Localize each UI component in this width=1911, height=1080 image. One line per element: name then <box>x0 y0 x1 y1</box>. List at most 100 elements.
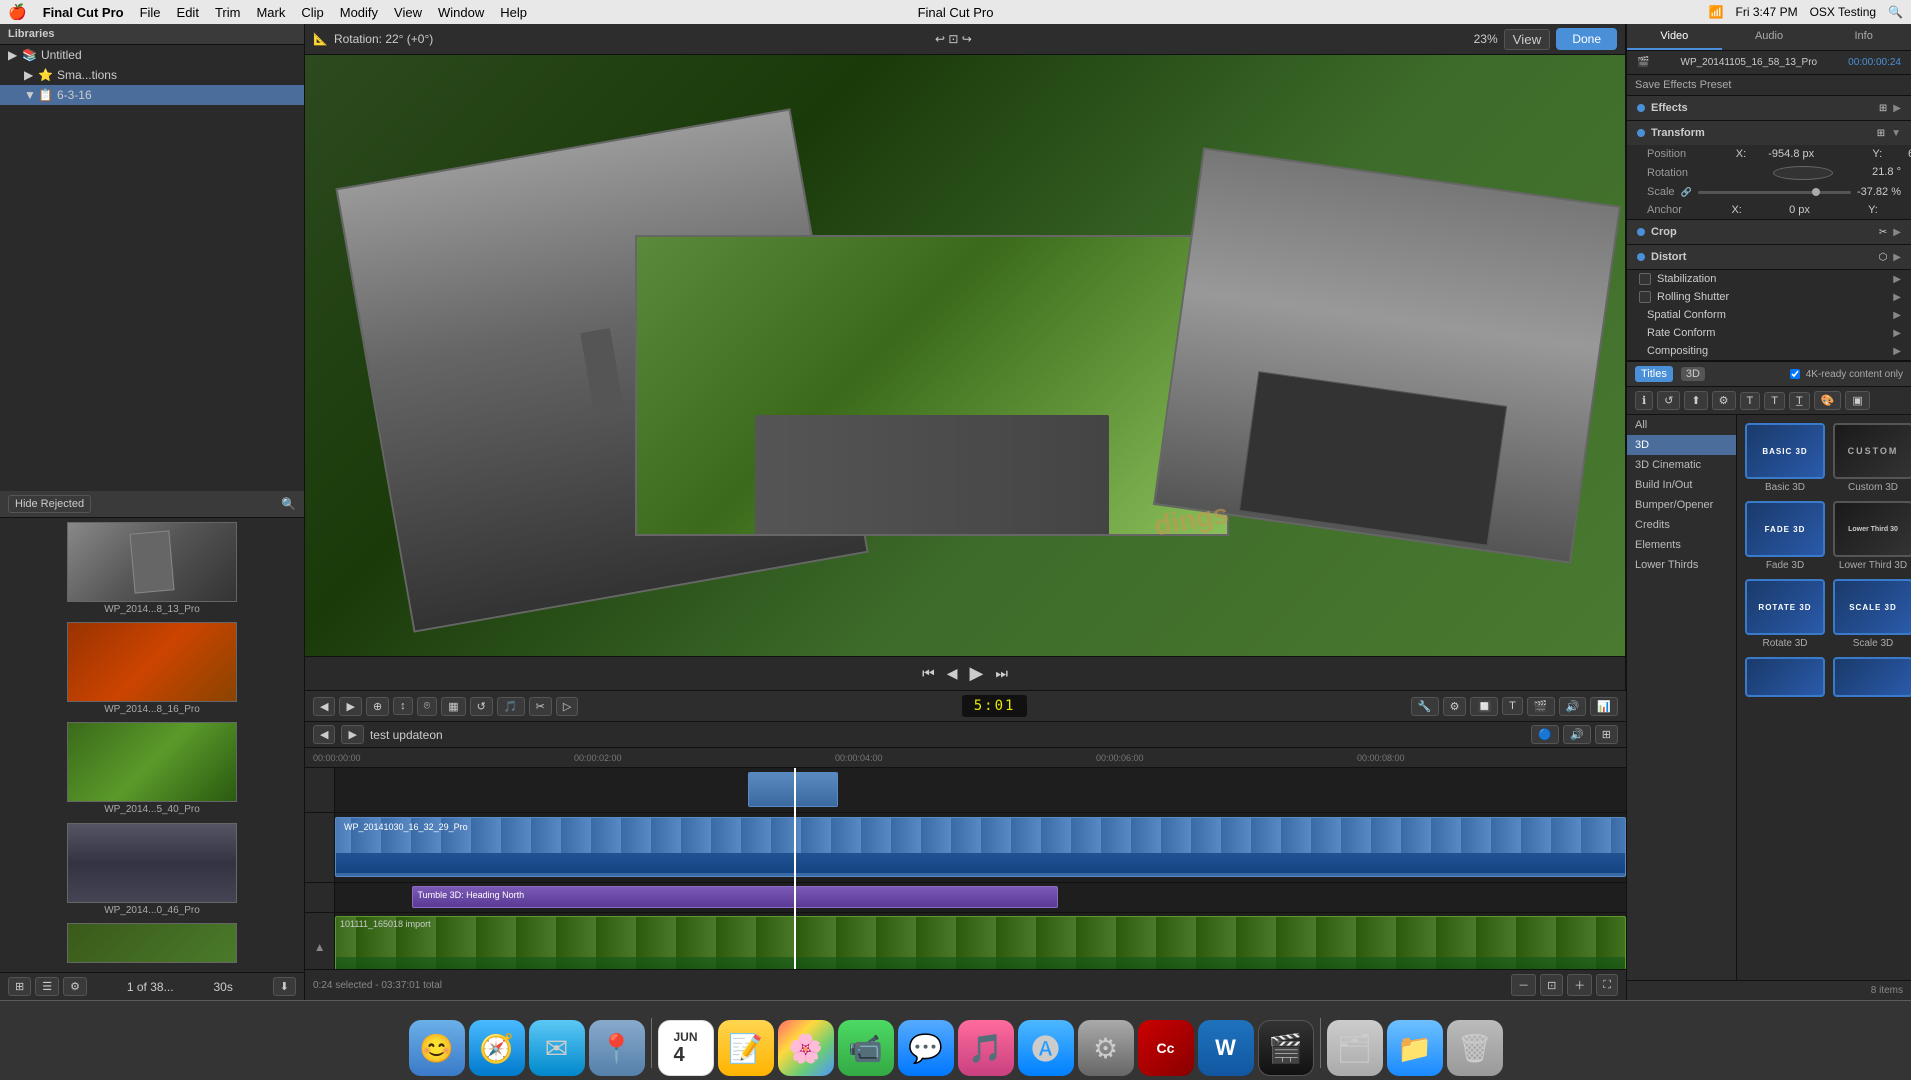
tl-audio-btn[interactable]: 🔊 <box>1563 725 1591 744</box>
distort-collapse[interactable]: ▶ <box>1893 252 1901 263</box>
mute-btn[interactable]: 📊 <box>1590 697 1618 716</box>
rolling-shutter-checkbox[interactable] <box>1639 291 1651 303</box>
zoom-fit-tl-btn[interactable]: ⊡ <box>1540 974 1563 996</box>
media-item-partial[interactable] <box>4 923 300 968</box>
overwrite-btn[interactable]: ▦ <box>441 697 465 716</box>
list-view-btn[interactable]: ☰ <box>35 977 59 996</box>
titles-bold-btn[interactable]: T̲ <box>1789 392 1810 410</box>
clip-menu[interactable]: Clip <box>301 5 323 20</box>
anchor-y-val[interactable]: 0 px <box>1886 204 1911 216</box>
done-button[interactable]: Done <box>1556 28 1617 50</box>
rolling-shutter-collapse[interactable]: ▶ <box>1893 292 1901 303</box>
dock-appstore[interactable]: 🅐 <box>1018 1020 1074 1076</box>
cat-credits[interactable]: Credits <box>1627 515 1736 535</box>
dock-photos[interactable]: 🌸 <box>778 1020 834 1076</box>
dock-creativecloud[interactable]: Cc <box>1138 1020 1194 1076</box>
audio-btn[interactable]: 🎬 <box>1527 697 1555 716</box>
play-backward-btn[interactable]: ◀ <box>947 665 958 682</box>
modify-menu[interactable]: Modify <box>340 5 378 20</box>
lower-video-clip[interactable]: 101111_165018 import <box>335 916 1626 969</box>
cat-3d[interactable]: 3D <box>1627 435 1736 455</box>
dock-itunes[interactable]: 🎵 <box>958 1020 1014 1076</box>
dock-safari[interactable]: 🧭 <box>469 1020 525 1076</box>
trim-menu[interactable]: Trim <box>215 5 241 20</box>
titles-refresh-btn[interactable]: ↺ <box>1657 391 1680 410</box>
append-btn[interactable]: ⊕ <box>366 697 389 716</box>
go-to-end-btn[interactable]: ⏭ <box>995 665 1008 682</box>
titles-settings-btn[interactable]: ⚙ <box>1712 391 1736 410</box>
spatial-conform-collapse[interactable]: ▶ <box>1893 310 1901 321</box>
snap-btn[interactable]: 🔲 <box>1470 697 1498 716</box>
effect-extra-1[interactable] <box>1745 657 1825 697</box>
tab-info[interactable]: Info <box>1816 24 1911 50</box>
tab-audio[interactable]: Audio <box>1722 24 1817 50</box>
position-y-val[interactable]: 653.9 px <box>1890 148 1911 160</box>
titles-font-btn[interactable]: T <box>1764 392 1785 410</box>
event-6-3-16[interactable]: ▼ 📋 6-3-16 <box>0 85 304 105</box>
effect-basic-3d[interactable]: BASIC 3D Basic 3D <box>1745 423 1825 493</box>
effects-grid-icon[interactable]: ⊞ <box>1879 103 1887 114</box>
apple-menu[interactable]: 🍎 <box>8 3 27 21</box>
tool-audio[interactable]: 🎵 <box>497 697 525 716</box>
scale-link-icon[interactable]: 🔗 <box>1681 187 1692 198</box>
dock-trash[interactable]: 🗑 <box>1447 1020 1503 1076</box>
titles-bg-btn[interactable]: ▣ <box>1845 391 1869 410</box>
dock-sysprefs[interactable]: ⚙ <box>1078 1020 1134 1076</box>
stabilization-collapse[interactable]: ▶ <box>1893 274 1901 285</box>
dock-facetime[interactable]: 📹 <box>838 1020 894 1076</box>
titles-color-btn[interactable]: 🎨 <box>1814 391 1842 410</box>
titles-tab[interactable]: Titles <box>1635 366 1673 382</box>
media-item-0[interactable]: WP_2014...8_13_Pro <box>4 522 300 620</box>
anchor-x-val[interactable]: 0 px <box>1750 204 1810 216</box>
effect-custom-3d[interactable]: CUSTOM Custom 3D <box>1833 423 1911 493</box>
transform-grid-icon[interactable]: ⊞ <box>1877 128 1885 139</box>
tl-fwd-btn[interactable]: ▶ <box>341 725 363 744</box>
library-untitled[interactable]: ▶ 📚 Untitled <box>0 45 304 65</box>
dock-location[interactable]: 📍 <box>589 1020 645 1076</box>
solo-btn[interactable]: 🔊 <box>1559 697 1587 716</box>
dock-folder[interactable]: 📁 <box>1387 1020 1443 1076</box>
grid-view-btn[interactable]: ⊞ <box>8 977 31 996</box>
view-menu[interactable]: View <box>394 5 422 20</box>
smart-collections[interactable]: ▶ ⭐ Sma...tions <box>0 65 304 85</box>
cat-build-in-out[interactable]: Build In/Out <box>1627 475 1736 495</box>
file-menu[interactable]: File <box>140 5 161 20</box>
main-video-clip[interactable]: WP_20141030_16_32_29_Pro <box>335 817 1626 877</box>
dock-calendar[interactable]: JUN4 <box>658 1020 714 1076</box>
dock-word[interactable]: W <box>1198 1020 1254 1076</box>
distort-icon[interactable]: ⬡ <box>1879 252 1888 263</box>
back-btn[interactable]: ◀ <box>313 697 335 716</box>
select-tool[interactable]: ▷ <box>556 697 578 716</box>
search-icon-media[interactable]: 🔍 <box>281 497 296 511</box>
4k-ready-checkbox[interactable] <box>1790 369 1800 379</box>
dock-messages[interactable]: 💬 <box>898 1020 954 1076</box>
cat-all[interactable]: All <box>1627 415 1736 435</box>
transform-collapse[interactable]: ▼ <box>1891 128 1901 139</box>
effects-header[interactable]: Effects ⊞ ▶ <box>1627 96 1911 120</box>
tab-video[interactable]: Video <box>1627 24 1722 50</box>
insert-btn[interactable]: ↕ <box>393 697 413 715</box>
media-item-3[interactable]: WP_2014...0_46_Pro <box>4 823 300 921</box>
distort-header[interactable]: Distort ⬡ ▶ <box>1627 245 1911 269</box>
settings-tl[interactable]: ⚙ <box>1443 697 1467 716</box>
mark-menu[interactable]: Mark <box>256 5 285 20</box>
cat-bumper-opener[interactable]: Bumper/Opener <box>1627 495 1736 515</box>
dock-finder2[interactable]: 🗂 <box>1327 1020 1383 1076</box>
effect-lower-third-3d[interactable]: Lower Third 30 Lower Third 3D <box>1833 501 1911 571</box>
dock-notes[interactable]: 📝 <box>718 1020 774 1076</box>
effect-scale-3d[interactable]: SCALE 3D Scale 3D <box>1833 579 1911 649</box>
media-item-1[interactable]: WP_2014...8_16_Pro <box>4 622 300 720</box>
replace-btn[interactable]: ↺ <box>470 697 493 716</box>
crop-collapse[interactable]: ▶ <box>1893 227 1901 238</box>
menu-search-icon[interactable]: 🔍 <box>1888 5 1903 19</box>
zoom-out-btn[interactable]: － <box>1511 974 1536 996</box>
transform-controls[interactable]: ↩ ⊡ ↪ <box>935 32 972 46</box>
help-menu[interactable]: Help <box>500 5 527 20</box>
hide-rejected-btn[interactable]: Hide Rejected <box>8 495 91 513</box>
rate-conform-collapse[interactable]: ▶ <box>1893 328 1901 339</box>
crop-header[interactable]: Crop ✂ ▶ <box>1627 220 1911 244</box>
effect-extra-2[interactable] <box>1833 657 1911 697</box>
view-btn[interactable]: View <box>1504 29 1551 50</box>
rotation-dial[interactable] <box>1773 166 1833 180</box>
stabilization-checkbox[interactable] <box>1639 273 1651 285</box>
